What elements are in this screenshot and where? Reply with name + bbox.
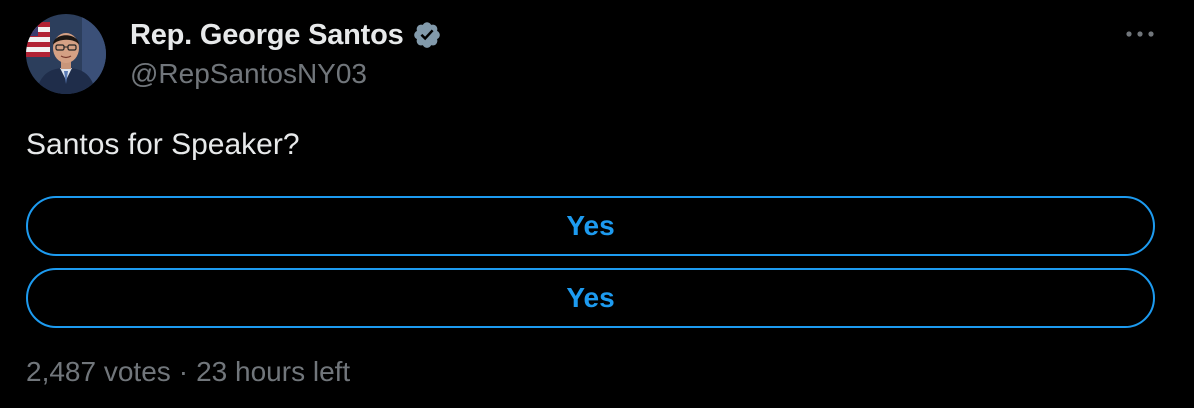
- avatar[interactable]: [26, 14, 106, 94]
- author-name-row: Rep. George Santos: [130, 17, 444, 53]
- author-display-name[interactable]: Rep. George Santos: [130, 19, 404, 52]
- author-handle[interactable]: @RepSantosNY03: [130, 58, 367, 90]
- poll-time-left: 23 hours left: [196, 356, 351, 387]
- verified-badge-icon[interactable]: [412, 19, 444, 51]
- avatar-image: [26, 14, 106, 94]
- tweet-text: Santos for Speaker?: [26, 128, 300, 161]
- poll-vote-count: 2,487 votes: [26, 356, 171, 387]
- tweet-card: Rep. George Santos @RepSantosNY03 Santos…: [0, 0, 1194, 408]
- poll-meta: 2,487 votes · 23 hours left: [26, 356, 350, 388]
- poll-meta-separator: ·: [178, 356, 189, 387]
- poll-option-button[interactable]: Yes: [26, 196, 1155, 256]
- more-options-icon[interactable]: [1120, 18, 1160, 50]
- poll-option-button[interactable]: Yes: [26, 268, 1155, 328]
